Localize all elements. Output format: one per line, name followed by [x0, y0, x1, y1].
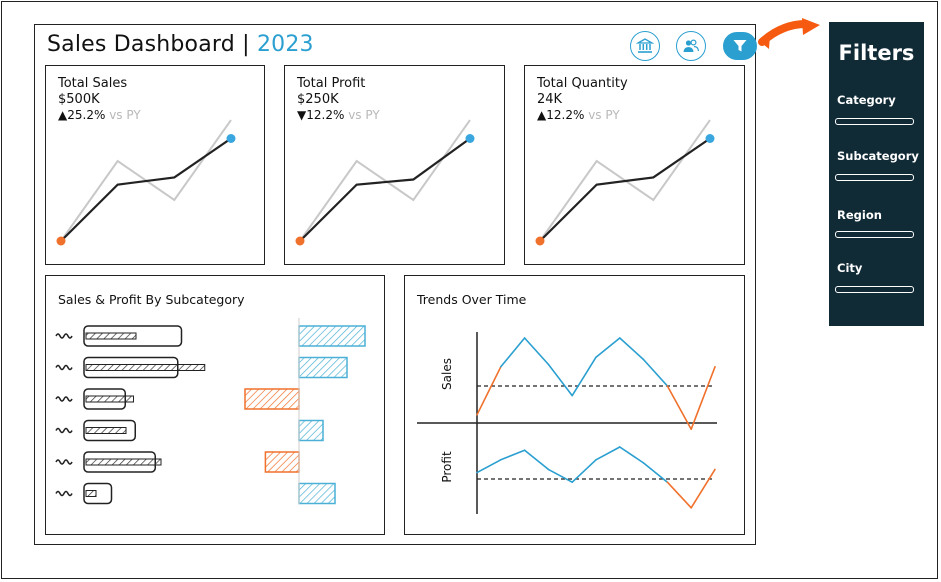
profit-bar [298, 325, 366, 347]
filter-label-city: City [837, 261, 863, 275]
filter-label-region: Region [837, 208, 882, 222]
trend-segment [595, 446, 621, 461]
profit-bar [298, 356, 348, 379]
subcategory-label-scribble [55, 490, 73, 497]
trend-axis-label: Profit [440, 451, 454, 483]
kpi-card-sales[interactable]: Total Sales $500K ▲25.2% vs PY [45, 65, 265, 265]
filter-button[interactable] [723, 32, 757, 60]
filter-label-category: Category [837, 93, 896, 107]
arrow-to-filters-icon [758, 18, 820, 49]
trend-segment [523, 337, 550, 366]
users-button[interactable] [676, 31, 706, 61]
trends-panel[interactable]: Trends Over Time Sales Profit [404, 275, 745, 535]
title-year: 2023 [256, 32, 314, 57]
profit-bar [298, 482, 336, 505]
sales-py-bar [85, 332, 137, 340]
sales-py-bar [85, 458, 162, 466]
trend-segment [619, 337, 645, 361]
subcategory-label-scribble [55, 427, 73, 434]
kpi-sparkline [56, 119, 236, 246]
filters-panel: Filters Category Subcategory Region City [829, 22, 924, 326]
sparkline-start-dot [535, 236, 545, 246]
filter-region-select[interactable] [835, 231, 914, 238]
subcategory-chart [55, 318, 366, 505]
trend-segment [476, 459, 502, 474]
trend-segment [619, 446, 645, 464]
bank-button[interactable] [630, 31, 660, 61]
page-title: Sales Dashboard | 2023 [47, 32, 314, 57]
trend-segment [547, 363, 573, 397]
profit-bar [264, 451, 300, 473]
trend-segment [666, 481, 693, 509]
filter-category-select[interactable] [835, 118, 914, 125]
trends-chart: Sales Profit [417, 332, 717, 514]
filter-subcategory-select[interactable] [835, 174, 914, 181]
sparkline-current-year [539, 137, 711, 242]
sparkline-previous-year [299, 119, 471, 242]
sales-py-bar [85, 395, 134, 403]
title-text: Sales Dashboard [47, 32, 235, 57]
subcategory-label-scribble [55, 396, 73, 402]
subcategory-panel[interactable]: Sales & Profit By Subcategory [45, 275, 385, 535]
kpi-sparkline [295, 119, 475, 246]
sales-py-bar [85, 427, 127, 434]
filters-title: Filters [838, 41, 915, 65]
sparkline-current-year [60, 137, 232, 242]
trend-segment [642, 358, 669, 387]
kpi-card-quantity[interactable]: Total Quantity 24K ▲12.2% vs PY [524, 65, 745, 265]
trend-segment [476, 366, 502, 416]
title-separator: | [242, 32, 250, 57]
sales-py-bar [85, 490, 97, 497]
filter-city-select[interactable] [835, 286, 914, 293]
trend-segment [595, 337, 621, 358]
filter-label-subcategory: Subcategory [837, 149, 919, 163]
trend-segment [690, 366, 716, 430]
profit-bar [244, 388, 300, 410]
subcategory-label-scribble [55, 333, 73, 339]
profit-bar [298, 419, 324, 442]
trend-segment [500, 449, 526, 461]
bank-icon [636, 38, 654, 53]
trend-segment [523, 449, 550, 471]
sparkline-end-dot [226, 134, 236, 143]
trend-axis-label: Sales [440, 358, 454, 390]
users-icon [683, 39, 700, 52]
trend-segment [500, 337, 526, 368]
sparkline-end-dot [465, 134, 475, 143]
trend-segment [547, 468, 573, 483]
sparkline-end-dot [705, 134, 715, 143]
subcategory-label-scribble [55, 459, 73, 465]
sales-py-bar [85, 364, 206, 371]
filter-icon [733, 40, 747, 52]
kpi-card-profit[interactable]: Total Profit $250K ▼12.2% vs PY [284, 65, 505, 265]
sparkline-current-year [299, 137, 471, 242]
sparkline-start-dot [56, 236, 66, 246]
kpi-sparkline [535, 119, 715, 246]
subcategory-label-scribble [55, 364, 73, 371]
trend-segment [690, 468, 716, 509]
sparkline-start-dot [295, 236, 305, 246]
trend-segment [571, 356, 597, 397]
